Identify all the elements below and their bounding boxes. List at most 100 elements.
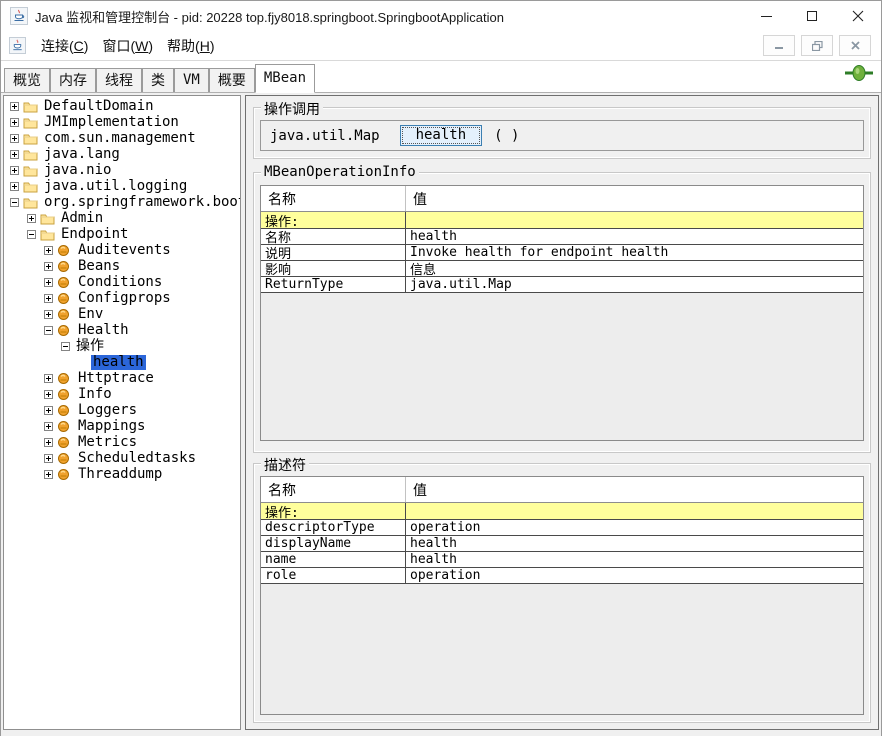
bean-icon	[57, 259, 73, 273]
cell-value	[406, 212, 863, 228]
tree-node-Env[interactable]: Env	[4, 306, 240, 322]
tab-类[interactable]: 类	[142, 68, 174, 92]
expand-icon[interactable]	[27, 214, 36, 223]
bean-icon	[57, 307, 73, 321]
expand-icon[interactable]	[44, 470, 53, 479]
tree-node-Metrics[interactable]: Metrics	[4, 434, 240, 450]
iframe-restore-button[interactable]	[801, 35, 833, 56]
expand-icon[interactable]	[10, 150, 19, 159]
descriptor-group: 描述符 名称值操作:descriptorTypeoperationdisplay…	[253, 463, 871, 723]
tree-node-DefaultDomain[interactable]: DefaultDomain	[4, 98, 240, 114]
table-row[interactable]: 操作:	[261, 212, 863, 229]
tree-node-label: Endpoint	[59, 227, 130, 242]
menu-item-c[interactable]: 连接(C)	[34, 33, 95, 59]
table-row[interactable]: namehealth	[261, 552, 863, 568]
minimize-button[interactable]	[743, 1, 789, 31]
tree-node-Health[interactable]: Health	[4, 322, 240, 338]
cell-name: descriptorType	[261, 520, 406, 535]
internal-frame-controls	[763, 35, 875, 56]
tab-线程[interactable]: 线程	[96, 68, 142, 92]
tree-node-Conditions[interactable]: Conditions	[4, 274, 240, 290]
tree-node-Threaddump[interactable]: Threaddump	[4, 466, 240, 482]
expand-icon[interactable]	[44, 438, 53, 447]
column-header-2: 值	[406, 477, 863, 502]
table-row[interactable]: roleoperation	[261, 568, 863, 584]
tree-node-Info[interactable]: Info	[4, 386, 240, 402]
tree-node-Mappings[interactable]: Mappings	[4, 418, 240, 434]
tree-node-Httptrace[interactable]: Httptrace	[4, 370, 240, 386]
table-row[interactable]: 说明Invoke health for endpoint health	[261, 245, 863, 261]
table-row[interactable]: 操作:	[261, 503, 863, 520]
cell-value: operation	[406, 568, 863, 583]
tree-node-Loggers[interactable]: Loggers	[4, 402, 240, 418]
expand-icon[interactable]	[44, 454, 53, 463]
tree-node-java.lang[interactable]: java.lang	[4, 146, 240, 162]
tree-node-label: Beans	[76, 259, 122, 274]
expand-icon[interactable]	[44, 374, 53, 383]
cell-value: Invoke health for endpoint health	[406, 245, 863, 260]
close-button[interactable]	[835, 1, 881, 31]
tab-内存[interactable]: 内存	[50, 68, 96, 92]
maximize-button[interactable]	[789, 1, 835, 31]
collapse-icon[interactable]	[10, 198, 19, 207]
tree-node-org.springframework.boot[interactable]: org.springframework.boot	[4, 194, 240, 210]
operation-info-table: 名称值操作:名称health说明Invoke health for endpoi…	[260, 185, 864, 441]
tab-概览[interactable]: 概览	[4, 68, 50, 92]
expand-icon[interactable]	[44, 310, 53, 319]
tree-node-Scheduledtasks[interactable]: Scheduledtasks	[4, 450, 240, 466]
expand-icon[interactable]	[10, 182, 19, 191]
tree-node-JMImplementation[interactable]: JMImplementation	[4, 114, 240, 130]
expand-icon[interactable]	[44, 422, 53, 431]
tree-node-Configprops[interactable]: Configprops	[4, 290, 240, 306]
folder-icon	[23, 131, 39, 145]
tree-node-java.util.logging[interactable]: java.util.logging	[4, 178, 240, 194]
tree-node-操作[interactable]: 操作	[4, 338, 240, 354]
tree-node-java.nio[interactable]: java.nio	[4, 162, 240, 178]
tree-node-label: Conditions	[76, 275, 164, 290]
table-row[interactable]: 名称health	[261, 229, 863, 245]
iframe-close-button[interactable]	[839, 35, 871, 56]
cell-value: health	[406, 536, 863, 551]
tree-node-Admin[interactable]: Admin	[4, 210, 240, 226]
expand-icon[interactable]	[44, 390, 53, 399]
mbean-tree: DefaultDomainJMImplementationcom.sun.man…	[3, 95, 241, 730]
column-header-1: 名称	[261, 477, 406, 502]
invoke-health-button[interactable]: health	[400, 125, 483, 146]
expand-icon[interactable]	[10, 102, 19, 111]
tree-node-Auditevents[interactable]: Auditevents	[4, 242, 240, 258]
tab-vm[interactable]: VM	[174, 68, 209, 92]
expand-icon[interactable]	[44, 246, 53, 255]
tree-node-Endpoint[interactable]: Endpoint	[4, 226, 240, 242]
tree-node-label: Metrics	[76, 435, 139, 450]
expand-icon[interactable]	[10, 134, 19, 143]
expand-icon[interactable]	[10, 118, 19, 127]
table-row[interactable]: descriptorTypeoperation	[261, 520, 863, 536]
collapse-icon[interactable]	[61, 342, 70, 351]
expand-icon[interactable]	[10, 166, 19, 175]
descriptor-table: 名称值操作:descriptorTypeoperationdisplayName…	[260, 476, 864, 715]
table-row[interactable]: ReturnTypejava.util.Map	[261, 277, 863, 293]
tab-概要[interactable]: 概要	[209, 68, 255, 92]
expand-icon[interactable]	[44, 262, 53, 271]
menu-item-h[interactable]: 帮助(H)	[160, 33, 221, 59]
expand-icon[interactable]	[44, 406, 53, 415]
tree-node-label: Info	[76, 387, 114, 402]
tab-mbean[interactable]: MBean	[255, 64, 315, 93]
tree-node-label: java.lang	[42, 147, 122, 162]
tabs: 概览内存线程类VM概要MBean	[4, 61, 315, 92]
tree-node-com.sun.management[interactable]: com.sun.management	[4, 130, 240, 146]
bean-icon	[57, 387, 73, 401]
expand-icon[interactable]	[44, 294, 53, 303]
maximize-icon	[807, 11, 817, 21]
collapse-icon[interactable]	[27, 230, 36, 239]
collapse-icon[interactable]	[44, 326, 53, 335]
mbean-detail-panel: 操作调用 java.util.Map health ( ) MBeanOpera…	[245, 95, 879, 730]
expand-icon[interactable]	[44, 278, 53, 287]
iframe-minimize-button[interactable]	[763, 35, 795, 56]
table-row[interactable]: 影响信息	[261, 261, 863, 277]
menu-item-w[interactable]: 窗口(W)	[95, 33, 160, 59]
tree-node-Beans[interactable]: Beans	[4, 258, 240, 274]
table-row[interactable]: displayNamehealth	[261, 536, 863, 552]
tree-node-label: DefaultDomain	[42, 99, 156, 114]
tree-node-health[interactable]: health	[4, 354, 240, 370]
